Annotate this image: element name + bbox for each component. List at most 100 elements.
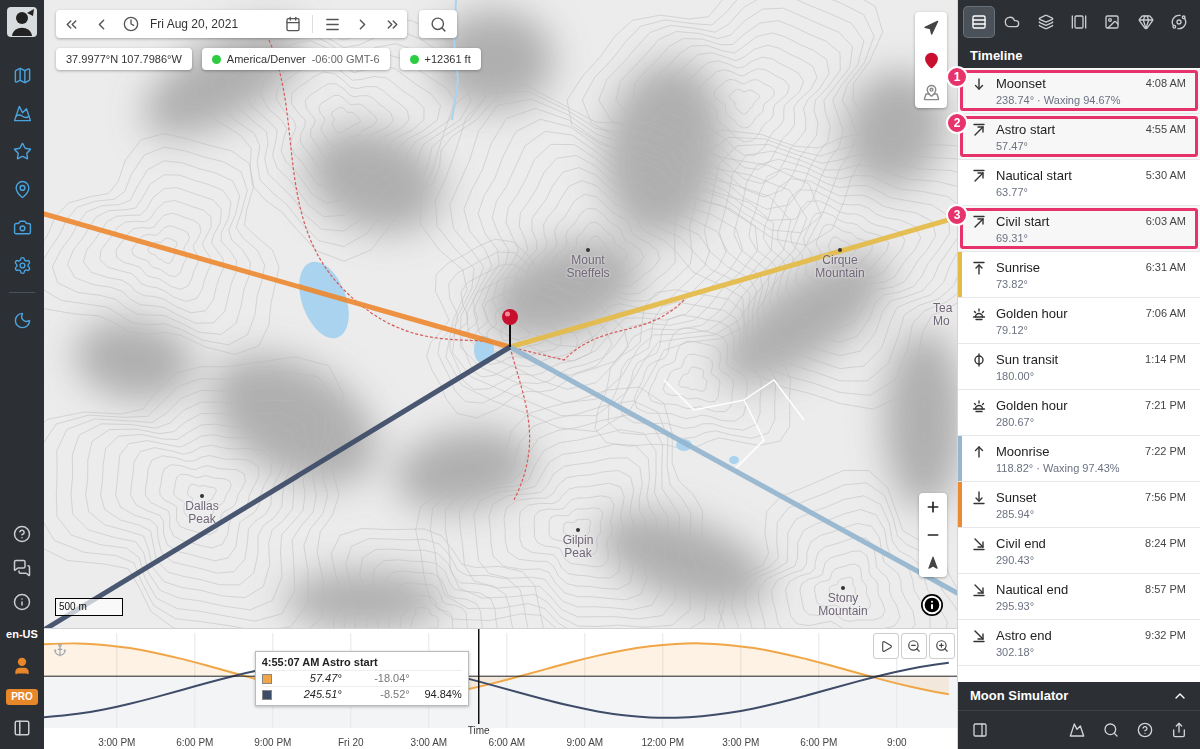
- twilight-end-icon: [972, 537, 986, 551]
- timeline-row[interactable]: Moonrise118.82° · Waxing 97.43%7:22 PM: [958, 436, 1200, 482]
- pro-badge: PRO: [6, 689, 38, 705]
- panel-search-button[interactable]: [1100, 718, 1122, 742]
- nav-button[interactable]: [8, 64, 36, 86]
- map-toolbar: Fri Aug 20, 2021: [56, 10, 457, 38]
- timeline-row[interactable]: Golden hour79.12°7:06 AM: [958, 298, 1200, 344]
- timeline-row[interactable]: Civil start69.31°6:03 AM3: [958, 206, 1200, 252]
- pin-button[interactable]: [915, 44, 947, 76]
- timeline-row[interactable]: Sun transit180.00°1:14 PM: [958, 344, 1200, 390]
- nav-button[interactable]: [8, 178, 36, 200]
- terrain-map[interactable]: [44, 0, 957, 628]
- highlight-frame: [960, 70, 1198, 111]
- peak-dot: [200, 494, 204, 498]
- sidebar-toggle[interactable]: [8, 717, 36, 739]
- chart-zoom-out-button[interactable]: [901, 633, 927, 659]
- location-pin-icon[interactable]: [502, 309, 518, 347]
- app-logo[interactable]: [0, 0, 44, 44]
- panel-tab[interactable]: [1097, 7, 1127, 37]
- peak-label: Stony Mountain: [815, 586, 871, 618]
- locate-button[interactable]: [915, 12, 947, 44]
- panel-tab[interactable]: [964, 7, 994, 37]
- nav-button[interactable]: [8, 254, 36, 276]
- chat-button[interactable]: [8, 557, 36, 579]
- moon-icon: [13, 311, 32, 330]
- timeline-row[interactable]: Sunrise73.82°6:31 AM: [958, 252, 1200, 298]
- compass-button[interactable]: [919, 549, 947, 577]
- panel-toggle-button[interactable]: [968, 718, 992, 742]
- event-detail: 73.82°: [996, 278, 1136, 291]
- chart-plot[interactable]: Time3:00 PM6:00 PM9:00 PMFri 203:00 AM6:…: [44, 629, 957, 749]
- timeline-row[interactable]: Sunset285.94°7:56 PM: [958, 482, 1200, 528]
- x-tick-label: 6:00 AM: [488, 737, 525, 748]
- anchor-icon[interactable]: [53, 643, 67, 657]
- help-icon: [13, 525, 31, 543]
- scene-button[interactable]: [1066, 718, 1088, 742]
- nav-button[interactable]: [8, 140, 36, 162]
- time-cursor[interactable]: [478, 629, 480, 724]
- share-button[interactable]: [1168, 718, 1190, 742]
- map[interactable]: Mount SneffelsCirque MountainDallas Peak…: [44, 0, 957, 628]
- event-detail: 290.43°: [996, 554, 1135, 567]
- panel-tab[interactable]: [1130, 7, 1160, 37]
- x-tick-label: Fri 20: [338, 737, 364, 748]
- event-label: Sun transit: [996, 352, 1135, 367]
- logo-icon: [7, 7, 37, 37]
- chart-zoom-in-button[interactable]: [929, 633, 955, 659]
- previous-button[interactable]: [86, 10, 116, 38]
- timeline-row[interactable]: Astro start57.47°4:55 AM2: [958, 114, 1200, 160]
- time-button[interactable]: [116, 10, 146, 38]
- main-area: Mount SneffelsCirque MountainDallas Peak…: [44, 0, 957, 749]
- timeline-row[interactable]: Civil end290.43°8:24 PM: [958, 528, 1200, 574]
- peak-label: Mount Sneffels: [560, 248, 616, 280]
- date-field[interactable]: Fri Aug 20, 2021: [146, 15, 278, 33]
- next-day-button[interactable]: [377, 10, 407, 38]
- event-label: Golden hour: [996, 398, 1135, 413]
- panel-tab[interactable]: [1031, 7, 1061, 37]
- timeline-row[interactable]: Golden hour280.67°7:21 PM: [958, 390, 1200, 436]
- info-button[interactable]: [8, 591, 36, 613]
- planet-icon: [1171, 14, 1187, 30]
- compass-icon: [926, 556, 940, 570]
- panel-tab[interactable]: [997, 7, 1027, 37]
- nav-button[interactable]: [8, 216, 36, 238]
- search-button[interactable]: [419, 10, 457, 38]
- previous-day-button[interactable]: [56, 10, 86, 38]
- nav-button[interactable]: [8, 102, 36, 124]
- next-button[interactable]: [347, 10, 377, 38]
- zoom-out-button[interactable]: [919, 521, 947, 549]
- timeline-row[interactable]: Nautical end295.93°8:57 PM: [958, 574, 1200, 620]
- play-button[interactable]: [873, 633, 899, 659]
- x-tick-label: 9:00: [887, 737, 907, 748]
- altitude-chart[interactable]: Time3:00 PM6:00 PM9:00 PMFri 203:00 AM6:…: [44, 628, 957, 749]
- event-detail: 238.74° · Waxing 94.67%: [996, 94, 1136, 107]
- grid-line: [194, 633, 195, 728]
- event-label: Astro end: [996, 628, 1135, 643]
- marker-badge: 1: [946, 66, 968, 88]
- contour-lines: [44, 0, 957, 628]
- azimuth-ray: [44, 347, 510, 628]
- nav-button[interactable]: [8, 309, 36, 331]
- account-button[interactable]: [8, 655, 36, 677]
- panel-tab[interactable]: [1064, 7, 1094, 37]
- moon-series: [44, 661, 949, 718]
- calendar-button[interactable]: [278, 10, 308, 38]
- help-button[interactable]: [8, 523, 36, 545]
- secondary-pin-button[interactable]: [915, 76, 947, 108]
- panel-help-button[interactable]: [1134, 718, 1156, 742]
- timeline-row[interactable]: Moonset238.74° · Waxing 94.67%4:08 AM1: [958, 68, 1200, 114]
- info-chips: 37.9977°N 107.7986°WAmerica/Denver-06:00…: [56, 48, 481, 70]
- event-detail: 63.77°: [996, 186, 1136, 199]
- locale-button[interactable]: en-US: [6, 625, 38, 643]
- menu-button[interactable]: [317, 10, 347, 38]
- timeline-row[interactable]: Nautical start63.77°5:30 AM: [958, 160, 1200, 206]
- zoom-in-button[interactable]: [919, 493, 947, 521]
- mountain-icon: [1069, 722, 1085, 738]
- map-info-button[interactable]: [921, 594, 943, 616]
- night-band: [44, 676, 957, 728]
- grid-line: [584, 633, 585, 728]
- twilight-start-icon: [972, 169, 986, 183]
- moon-simulator-header[interactable]: Moon Simulator: [958, 682, 1200, 710]
- panel-tab[interactable]: [1164, 7, 1194, 37]
- map-tools: [915, 12, 947, 108]
- timeline-row[interactable]: Astro end302.18°9:32 PM: [958, 620, 1200, 666]
